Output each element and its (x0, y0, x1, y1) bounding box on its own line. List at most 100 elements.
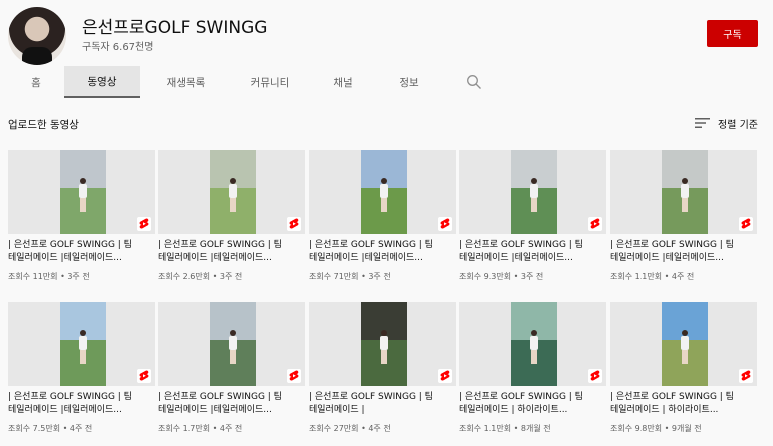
video-title[interactable]: | 은선프로 GOLF SWINGG | 팀테일러메이드 |테일러메이드... (8, 391, 155, 417)
subscriber-count: 구독자 6.67천명 (82, 42, 154, 53)
shorts-icon (588, 217, 602, 231)
video-card[interactable]: | 은선프로 GOLF SWINGG | 팀테일러메이드 | 하이라이트... 조… (459, 302, 606, 442)
golfer-figure (77, 178, 89, 212)
golfer-figure (227, 178, 239, 212)
tab-about[interactable]: 정보 (376, 66, 442, 98)
section-title: 업로드한 동영상 (8, 119, 79, 131)
video-title-line: 테일러메이드 |테일러메이드... (459, 253, 573, 263)
meta-separator: • (60, 424, 70, 433)
video-thumbnail[interactable] (309, 150, 456, 234)
video-card[interactable]: | 은선프로 GOLF SWINGG | 팀 테일러메이드 |테일러메이드... 조… (309, 150, 456, 290)
view-count: 조회수 1.1만회 (459, 424, 512, 433)
golfer-figure (378, 178, 390, 212)
video-card[interactable]: | 은선프로 GOLF SWINGG | 팀테일러메이드 | 하이라이트... 조… (610, 302, 757, 442)
sort-label: 정렬 기준 (718, 119, 758, 131)
video-title-line: | 은선프로 GOLF SWINGG | 팀 (8, 392, 132, 402)
video-title-line: | 은선프로 GOLF SWINGG | 팀 (610, 392, 734, 402)
golfer-figure (77, 330, 89, 364)
video-meta: 조회수 9.3만회 • 3주 전 (459, 271, 543, 282)
golfer-figure (528, 330, 540, 364)
video-title[interactable]: | 은선프로 GOLF SWINGG | 팀테일러메이드 |테일러메이드... (158, 391, 305, 417)
channel-tabs: 홈 동영상 재생목록 커뮤니티 채널 정보 (0, 66, 773, 98)
view-count: 조회수 27만회 (309, 424, 359, 433)
video-title-line: 테일러메이드 | 하이라이트... (610, 405, 719, 415)
video-card[interactable]: | 은선프로 GOLF SWINGG | 팀 테일러메이드 | 조회수 27만회 •… (309, 302, 456, 442)
video-title[interactable]: | 은선프로 GOLF SWINGG | 팀 테일러메이드 |테일러메이드... (8, 239, 155, 265)
video-card[interactable]: | 은선프로 GOLF SWINGG | 팀 테일러메이드 |테일러메이드... 조… (158, 150, 305, 290)
video-card[interactable]: | 은선프로 GOLF SWINGG | 팀 테일러메이드 |테일러메이드... 조… (610, 150, 757, 290)
view-count: 조회수 2.6만회 (158, 272, 211, 281)
video-thumbnail[interactable] (158, 150, 305, 234)
video-title[interactable]: | 은선프로 GOLF SWINGG | 팀 테일러메이드 | (309, 391, 456, 417)
video-title-line: 테일러메이드 |테일러메이드... (158, 405, 272, 415)
view-count: 조회수 11만회 (8, 272, 58, 281)
video-title[interactable]: | 은선프로 GOLF SWINGG | 팀테일러메이드 | 하이라이트... (610, 391, 757, 417)
channel-name: 은선프로GOLF SWINGG (82, 18, 268, 38)
video-title[interactable]: | 은선프로 GOLF SWINGG | 팀테일러메이드 |테일러메이드... (459, 239, 606, 265)
meta-separator: • (210, 424, 220, 433)
golfer-figure (679, 178, 691, 212)
upload-age: 4주 전 (219, 424, 243, 433)
golfer-figure (378, 330, 390, 364)
video-title[interactable]: | 은선프로 GOLF SWINGG | 팀 테일러메이드 |테일러메이드... (158, 239, 305, 265)
video-meta: 조회수 9.8만회 • 9개월 전 (610, 423, 702, 434)
thumbnail-image (60, 302, 106, 386)
video-meta: 조회수 27만회 • 4주 전 (309, 423, 391, 434)
video-title-line: | 은선프로 GOLF SWINGG | 팀 (459, 240, 583, 250)
search-icon[interactable] (466, 74, 482, 90)
upload-age: 3주 전 (219, 272, 243, 281)
video-title[interactable]: | 은선프로 GOLF SWINGG | 팀 테일러메이드 |테일러메이드... (309, 239, 456, 265)
video-title-line: 테일러메이드 | 하이라이트... (459, 405, 568, 415)
tab-playlists[interactable]: 재생목록 (148, 66, 224, 98)
video-title-line: | 은선프로 GOLF SWINGG | 팀 (158, 240, 282, 250)
shorts-icon (137, 369, 151, 383)
thumbnail-image (662, 302, 708, 386)
thumbnail-image (511, 150, 557, 234)
video-thumbnail[interactable] (610, 150, 757, 234)
upload-age: 3주 전 (520, 272, 544, 281)
thumbnail-image (361, 150, 407, 234)
upload-age: 3주 전 (67, 272, 90, 281)
video-card[interactable]: | 은선프로 GOLF SWINGG | 팀테일러메이드 |테일러메이드... 조… (8, 302, 155, 442)
upload-age: 4주 전 (671, 272, 695, 281)
view-count: 조회수 7.5만회 (8, 424, 61, 433)
subscribe-button[interactable]: 구독 (707, 20, 758, 47)
meta-separator: • (511, 424, 521, 433)
video-thumbnail[interactable] (459, 302, 606, 386)
video-thumbnail[interactable] (459, 150, 606, 234)
video-card[interactable]: | 은선프로 GOLF SWINGG | 팀 테일러메이드 |테일러메이드... 조… (8, 150, 155, 290)
sort-button[interactable]: 정렬 기준 (695, 115, 758, 131)
golfer-figure (528, 178, 540, 212)
tab-home[interactable]: 홈 (8, 66, 64, 98)
video-title-line: | 은선프로 GOLF SWINGG | 팀 (309, 240, 433, 250)
view-count: 조회수 9.3만회 (459, 272, 512, 281)
tab-channels[interactable]: 채널 (310, 66, 376, 98)
upload-age: 4주 전 (368, 424, 391, 433)
video-title[interactable]: | 은선프로 GOLF SWINGG | 팀테일러메이드 | 하이라이트... (459, 391, 606, 417)
video-title-line: | 은선프로 GOLF SWINGG | 팀 (309, 392, 433, 402)
view-count: 조회수 1.1만회 (610, 272, 663, 281)
shorts-icon (438, 369, 452, 383)
video-thumbnail[interactable] (610, 302, 757, 386)
video-thumbnail[interactable] (8, 150, 155, 234)
shorts-icon (287, 369, 301, 383)
video-card[interactable]: | 은선프로 GOLF SWINGG | 팀 테일러메이드 |테일러메이드... 조… (158, 302, 305, 442)
video-title-line: 테일러메이드 |테일러메이드... (610, 253, 724, 263)
video-thumbnail[interactable] (158, 302, 305, 386)
video-title-line: 테일러메이드 |테일러메이드... (8, 405, 122, 415)
thumbnail-image (361, 302, 407, 386)
video-thumbnail[interactable] (309, 302, 456, 386)
meta-separator: • (662, 272, 672, 281)
tab-videos[interactable]: 동영상 (64, 66, 140, 98)
shorts-icon (739, 369, 753, 383)
video-title-line: | 은선프로 GOLF SWINGG | 팀 (158, 392, 282, 402)
video-thumbnail[interactable] (8, 302, 155, 386)
video-title[interactable]: | 은선프로 GOLF SWINGG | 팀 테일러메이드 |테일러메이드... (610, 239, 757, 265)
video-title-line: | 은선프로 GOLF SWINGG | 팀 (459, 392, 583, 402)
channel-avatar[interactable] (8, 7, 66, 65)
meta-separator: • (358, 424, 369, 433)
video-card[interactable]: | 은선프로 GOLF SWINGG | 팀테일러메이드 |테일러메이드... 조… (459, 150, 606, 290)
upload-age: 8개월 전 (520, 424, 551, 433)
tab-community[interactable]: 커뮤니티 (232, 66, 308, 98)
thumbnail-image (511, 302, 557, 386)
